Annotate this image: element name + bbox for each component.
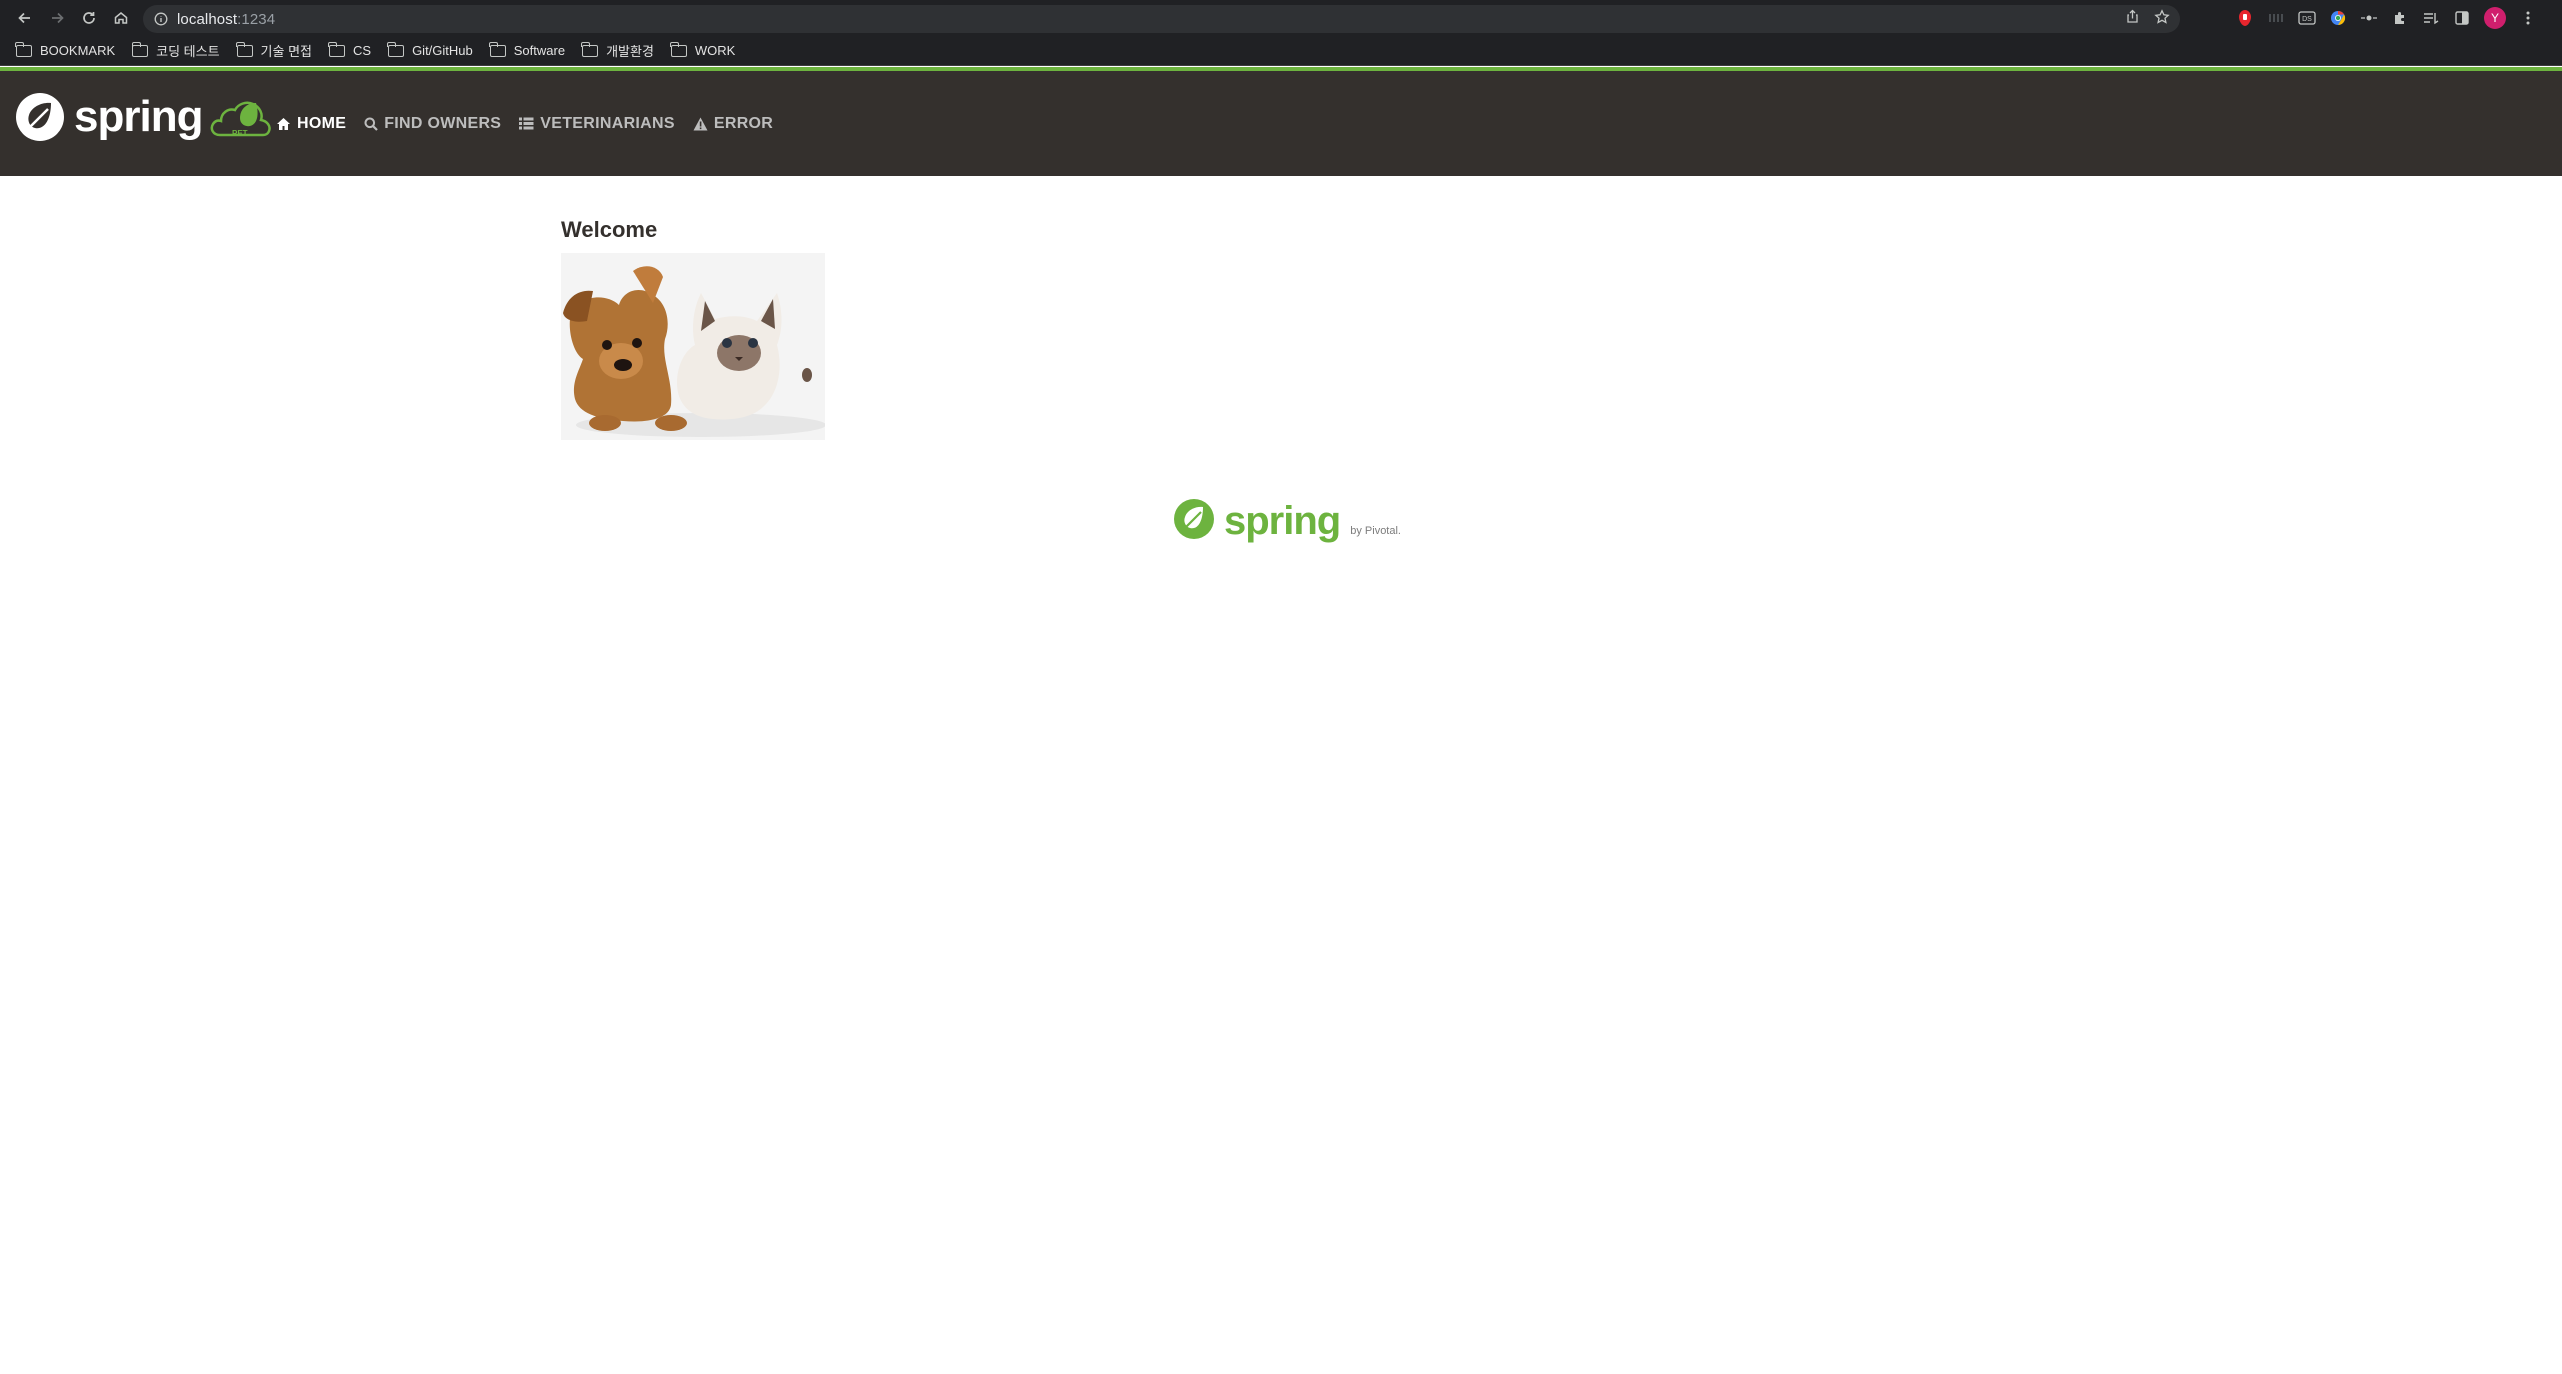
- home-icon[interactable]: [108, 5, 134, 31]
- bookmark-label: CS: [353, 43, 372, 58]
- profile-avatar[interactable]: Y: [2484, 7, 2506, 29]
- menu-item-label: ERROR: [713, 114, 774, 132]
- bookmark-folder[interactable]: BOOKMARK: [15, 39, 116, 63]
- folder-icon: [131, 41, 149, 57]
- spring-brand-logo[interactable]: spring PET: [14, 91, 280, 143]
- bookmark-folder[interactable]: Software: [489, 39, 566, 63]
- url-port: :1234: [237, 10, 276, 28]
- bookmark-label: 기술 면접: [260, 44, 312, 59]
- url-text: localhost:1234: [177, 11, 275, 28]
- bookmarks-bar: BOOKMARK 코딩 테스트 기술 면접 CS Git/GitHub Soft…: [0, 36, 2562, 66]
- address-bar[interactable]: localhost:1234: [143, 5, 2180, 33]
- pets-image: [561, 253, 825, 440]
- menu-item-find-owners[interactable]: FIND OWNERS: [364, 115, 501, 133]
- bookmark-folder[interactable]: 개발환경: [581, 39, 654, 63]
- bookmark-folder[interactable]: Git/GitHub: [387, 39, 473, 63]
- bookmark-folder[interactable]: 코딩 테스트: [131, 39, 220, 63]
- bookmark-star-icon[interactable]: [2154, 8, 2170, 30]
- svg-text:PET: PET: [232, 129, 248, 138]
- bookmark-label: Git/GitHub: [412, 43, 473, 58]
- side-panel-icon[interactable]: [2453, 9, 2471, 27]
- bookmark-label: Software: [513, 43, 566, 58]
- folder-icon: [328, 41, 345, 57]
- url-host: localhost: [177, 10, 238, 28]
- footer-spring-logo: spring by Pivotal.: [1172, 497, 1401, 541]
- footer-by-pivotal: by Pivotal.: [1350, 525, 1401, 537]
- menu-item-label: FIND OWNERS: [384, 114, 502, 132]
- app-navbar: spring PET HOME FIND OWNERS VETERINARIAN…: [0, 67, 2562, 176]
- folder-icon: [387, 41, 405, 57]
- web-page: spring PET HOME FIND OWNERS VETERINARIAN…: [0, 67, 2562, 1374]
- folder-icon: [670, 41, 687, 57]
- bookmark-label: 코딩 테스트: [156, 44, 220, 59]
- forward-icon[interactable]: [44, 5, 70, 31]
- menu-item-error[interactable]: ERROR: [693, 115, 773, 133]
- menu-item-veterinarians[interactable]: VETERINARIANS: [519, 115, 675, 133]
- browser-toolbar: localhost:1234 DS Y: [0, 0, 2562, 36]
- menu-item-label: VETERINARIANS: [540, 114, 675, 132]
- main-menu: HOME FIND OWNERS VETERINARIANS ERROR: [276, 71, 773, 176]
- brand-text: spring: [74, 92, 203, 141]
- menu-item-label: HOME: [297, 114, 347, 132]
- extension-red-icon[interactable]: [2236, 9, 2254, 27]
- folder-icon: [581, 41, 599, 57]
- extension-chrome-color-icon[interactable]: [2329, 9, 2347, 27]
- browser-menu-icon[interactable]: [2519, 9, 2537, 27]
- share-icon[interactable]: [2125, 9, 2140, 29]
- menu-item-home[interactable]: HOME: [276, 115, 346, 133]
- site-info-icon[interactable]: [151, 9, 171, 29]
- home-icon: [276, 117, 291, 131]
- bookmark-label: 개발환경: [606, 44, 654, 59]
- svg-text:DS: DS: [2302, 16, 2312, 23]
- bookmark-label: BOOKMARK: [40, 43, 116, 58]
- reload-icon[interactable]: [76, 5, 102, 31]
- extensions-bar: DS Y: [2236, 0, 2537, 36]
- bookmark-folder[interactable]: CS: [328, 39, 372, 63]
- main-content: Welcome: [561, 217, 825, 440]
- folder-icon: [15, 41, 32, 57]
- bookmark-folder[interactable]: 기술 면접: [235, 39, 312, 63]
- extensions-puzzle-icon[interactable]: [2391, 9, 2409, 27]
- search-icon: [364, 117, 378, 131]
- folder-icon: [489, 41, 506, 57]
- extension-ds-icon[interactable]: DS: [2298, 9, 2316, 27]
- bookmark-label: WORK: [694, 43, 736, 58]
- list-icon: [519, 117, 534, 130]
- reading-list-icon[interactable]: [2422, 9, 2440, 27]
- footer-brand-text: spring: [1224, 499, 1341, 543]
- folder-icon: [235, 41, 253, 57]
- extension-pipe-icon[interactable]: [2267, 9, 2285, 27]
- page-title: Welcome: [561, 217, 658, 242]
- spring-leaf-icon: [16, 93, 64, 141]
- navigation-buttons: [12, 0, 134, 36]
- extension-code-icon[interactable]: [2360, 9, 2378, 27]
- petclinic-cloud-logo: PET: [211, 101, 272, 138]
- spring-leaf-footer-icon: [1174, 499, 1214, 539]
- back-icon[interactable]: [12, 5, 38, 31]
- warning-icon: [693, 117, 708, 131]
- omnibox-actions: [2125, 5, 2170, 33]
- bookmark-folder[interactable]: WORK: [670, 39, 736, 63]
